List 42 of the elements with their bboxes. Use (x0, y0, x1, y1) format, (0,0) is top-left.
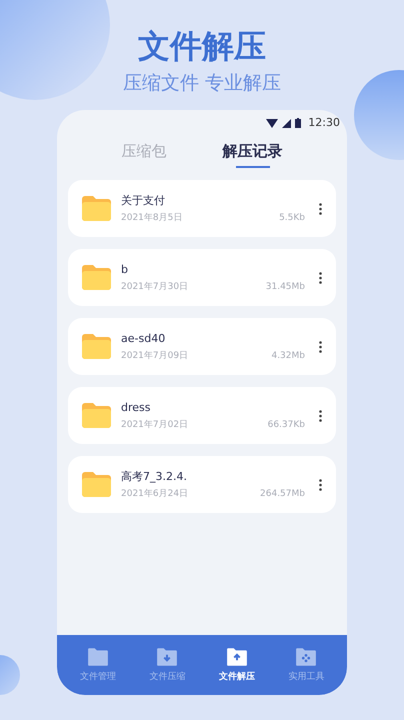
file-date: 2021年6月24日 (121, 488, 188, 500)
folder-icon (82, 334, 111, 359)
more-icon[interactable] (319, 478, 322, 490)
file-size: 31.45Mb (266, 280, 305, 294)
file-size: 66.37Kb (268, 418, 305, 432)
file-size: 4.32Mb (271, 350, 305, 362)
more-icon[interactable] (319, 202, 322, 214)
signal-icon (282, 118, 292, 128)
file-date: 2021年7月09日 (121, 350, 188, 362)
folder-icon (226, 647, 248, 667)
file-card[interactable]: dress 2021年7月02日 66.37Kb (68, 387, 336, 444)
folder-icon (82, 265, 111, 290)
battery-icon (295, 118, 302, 128)
folder-icon (82, 472, 111, 497)
more-icon[interactable] (319, 410, 322, 422)
subheadline: 压缩文件 专业解压 (122, 71, 282, 96)
folder-icon (82, 403, 111, 428)
folder-icon (82, 196, 111, 221)
file-name: b (121, 262, 129, 278)
file-name: dress (121, 400, 152, 416)
more-icon[interactable] (319, 340, 322, 352)
file-name: ae-sd40 (121, 330, 166, 346)
file-name: 关于支付 (121, 192, 166, 208)
wifi-icon (266, 118, 278, 128)
nav-tab[interactable]: 文件解压 (206, 647, 268, 683)
file-date: 2021年8月5日 (121, 212, 182, 224)
folder-icon (295, 647, 318, 667)
file-card[interactable]: 关于支付 2021年8月5日 5.5Kb (68, 180, 336, 237)
file-date: 2021年7月30日 (121, 280, 188, 294)
headline: 文件解压 (138, 26, 266, 66)
file-name: 高考7_3.2.4. (121, 468, 188, 484)
tab[interactable]: 解压记录 (222, 140, 282, 168)
more-icon[interactable] (319, 272, 322, 284)
folder-icon (86, 647, 109, 667)
file-card[interactable]: 高考7_3.2.4. 2021年6月24日 264.57Mb (68, 456, 336, 513)
file-date: 2021年7月02日 (121, 418, 188, 432)
file-card[interactable]: ae-sd40 2021年7月09日 4.32Mb (68, 318, 336, 375)
file-size: 5.5Kb (279, 212, 305, 224)
file-card[interactable]: b 2021年7月30日 31.45Mb (68, 249, 336, 306)
file-size: 264.57Mb (260, 488, 305, 500)
status-time: 12:30 (308, 114, 340, 131)
folder-icon (156, 647, 178, 667)
